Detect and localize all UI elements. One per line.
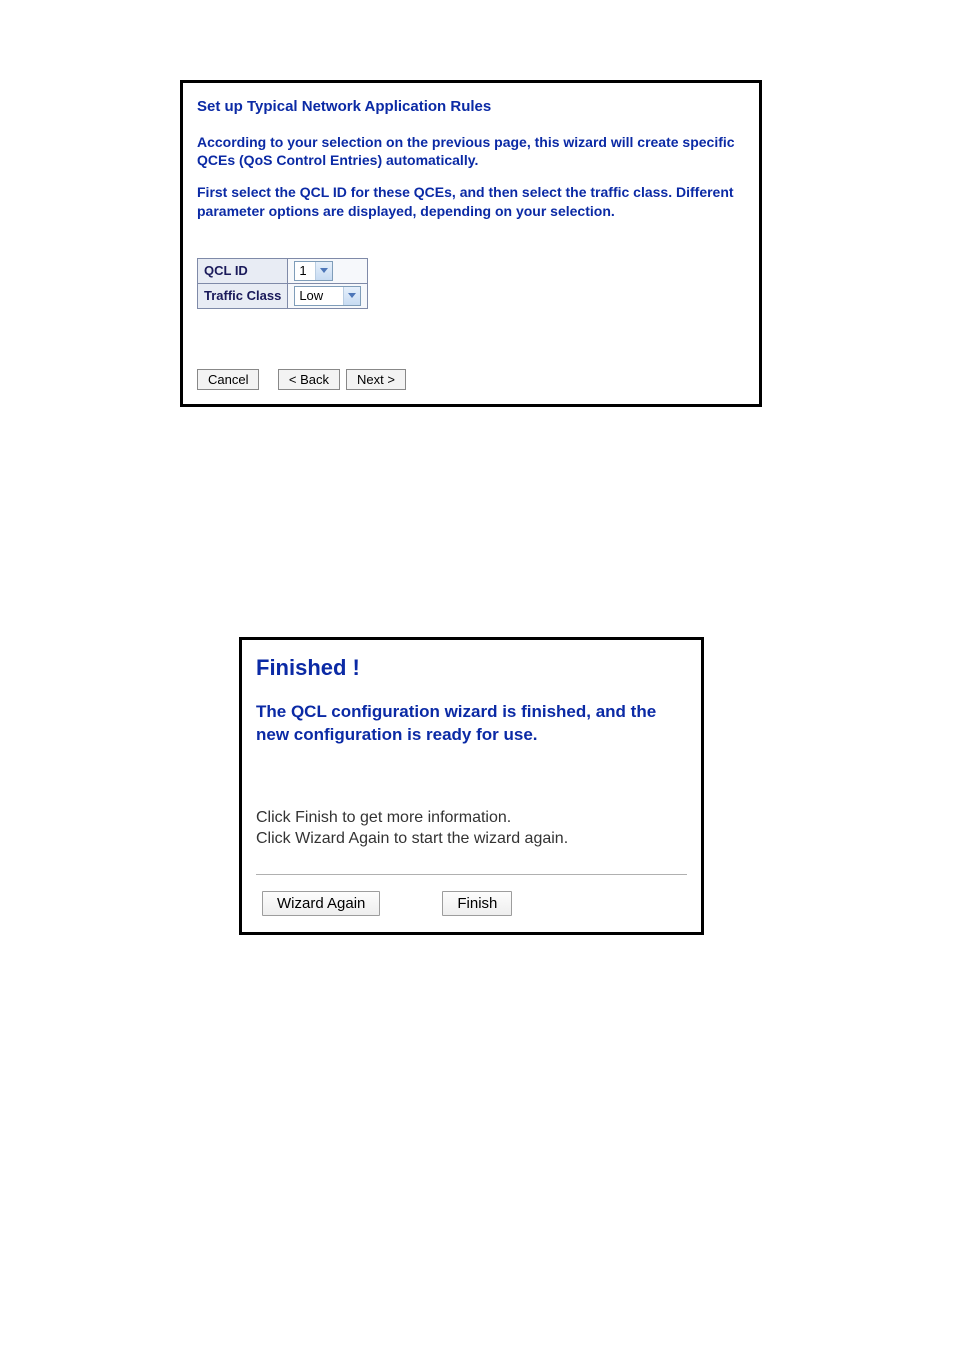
- finished-title: Finished !: [256, 655, 687, 681]
- divider: [256, 874, 687, 875]
- chevron-down-icon: [315, 262, 332, 280]
- panel-paragraph-2: First select the QCL ID for these QCEs, …: [197, 183, 745, 219]
- wizard-again-button[interactable]: Wizard Again: [262, 891, 380, 916]
- setup-rules-panel: Set up Typical Network Application Rules…: [180, 80, 762, 407]
- cancel-button[interactable]: Cancel: [197, 369, 259, 391]
- traffic-class-select[interactable]: Low: [294, 286, 361, 306]
- finished-instructions: Click Finish to get more information. Cl…: [256, 807, 687, 850]
- qcl-id-label: QCL ID: [198, 258, 288, 283]
- qcl-id-cell: 1: [288, 258, 368, 283]
- panel-title: Set up Typical Network Application Rules: [197, 98, 745, 115]
- back-button[interactable]: < Back: [278, 369, 340, 391]
- button-row: Cancel < Back Next >: [197, 369, 745, 391]
- next-button[interactable]: Next >: [346, 369, 406, 391]
- chevron-down-icon: [343, 287, 360, 305]
- panel-paragraph-1: According to your selection on the previ…: [197, 133, 745, 169]
- finished-panel: Finished ! The QCL configuration wizard …: [239, 637, 704, 935]
- traffic-class-value: Low: [295, 288, 343, 303]
- qcl-id-select[interactable]: 1: [294, 261, 333, 281]
- finished-subtitle: The QCL configuration wizard is finished…: [256, 701, 687, 747]
- traffic-class-cell: Low: [288, 283, 368, 308]
- qcl-id-value: 1: [295, 263, 315, 278]
- finish-button[interactable]: Finish: [442, 891, 512, 916]
- button-row: Wizard Again Finish: [262, 891, 687, 916]
- table-row: QCL ID 1: [198, 258, 368, 283]
- traffic-class-label: Traffic Class: [198, 283, 288, 308]
- instruction-line-1: Click Finish to get more information.: [256, 807, 687, 829]
- instruction-line-2: Click Wizard Again to start the wizard a…: [256, 828, 687, 850]
- form-table: QCL ID 1 Traffic Class Low: [197, 258, 368, 309]
- table-row: Traffic Class Low: [198, 283, 368, 308]
